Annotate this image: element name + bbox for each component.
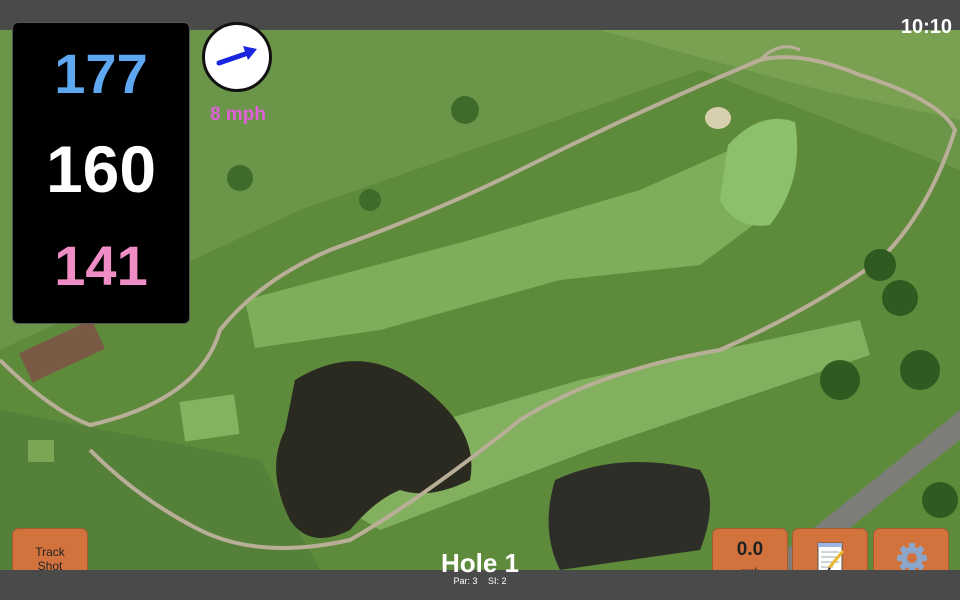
wind-direction-indicator [202,22,272,92]
yardage-panel: 177 160 141 [12,22,190,324]
back-yardage: 177 [54,42,148,105]
hole-title: Hole 1 [440,548,520,578]
hole-stroke-index: SI: 2 [488,576,507,586]
hole-info: Par: 3 SI: 2 [380,576,580,586]
hole-par: Par: 3 [453,576,478,586]
front-yardage: 141 [54,234,148,297]
wind-value: 0.0 [736,539,764,560]
track-shot-label: Track Shot [35,545,65,573]
center-yardage: 160 [45,132,157,206]
arrow-icon [216,46,257,66]
wind-speed-label: 8 mph [210,104,266,125]
clock: 10:10 [900,16,952,38]
